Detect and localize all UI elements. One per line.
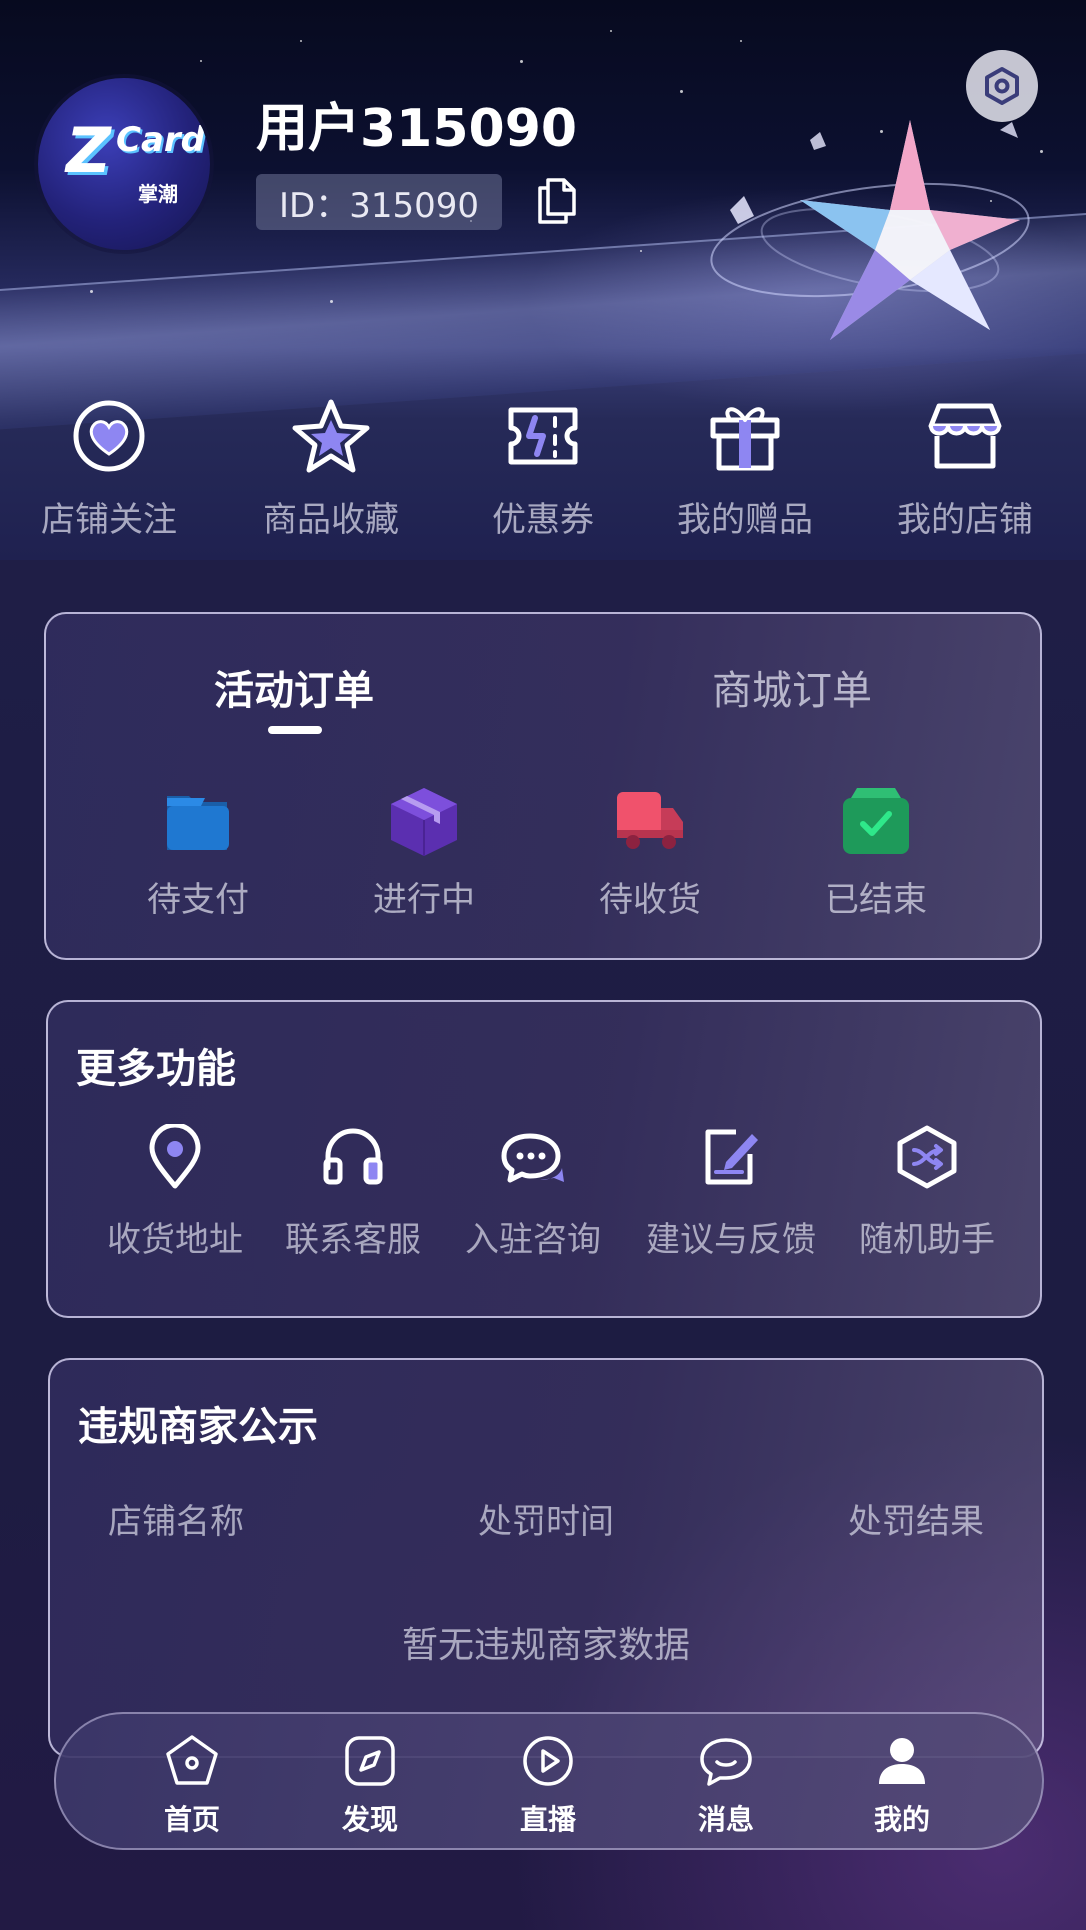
tab-mall-orders[interactable]: 商城订单	[712, 658, 872, 716]
nav-messages[interactable]: 消息	[666, 1732, 786, 1838]
nav-profile[interactable]: 我的	[842, 1732, 962, 1838]
profile-header: Z Card 掌潮 用户315090 ID：315090 店铺关注 商品收藏 优…	[0, 0, 1086, 560]
quick-link-label: 商品收藏	[263, 500, 399, 540]
order-status-pending-payment[interactable]: 待支付	[98, 784, 298, 921]
play-circle-icon	[523, 1736, 573, 1786]
quick-link-label: 优惠券	[492, 500, 594, 540]
box-icon	[391, 788, 457, 856]
avatar-logo-z: Z	[66, 114, 111, 187]
quick-link-label: 我的赠品	[677, 500, 813, 540]
ticket-icon	[508, 407, 578, 465]
shuffle-hexagon-icon	[897, 1125, 957, 1189]
nav-label: 消息	[697, 1803, 754, 1836]
avatar[interactable]: Z Card 掌潮	[38, 78, 210, 250]
function-label: 入驻咨询	[465, 1220, 601, 1260]
order-status-label: 进行中	[373, 880, 475, 920]
nav-home[interactable]: 首页	[132, 1732, 252, 1838]
function-label: 随机助手	[859, 1220, 995, 1260]
star-icon	[292, 399, 370, 473]
order-status-label: 待支付	[147, 880, 249, 920]
function-customer-service[interactable]: 联系客服	[258, 1124, 448, 1261]
gift-icon	[710, 407, 780, 471]
nav-label: 直播	[519, 1803, 576, 1836]
settings-hexagon-icon	[985, 67, 1019, 105]
function-settlement-consult[interactable]: 入驻咨询	[438, 1124, 628, 1261]
chat-bubbles-icon	[501, 1133, 564, 1183]
order-status-completed[interactable]: 已结束	[776, 784, 976, 921]
violations-title: 违规商家公示	[78, 1404, 318, 1450]
function-label: 联系客服	[285, 1220, 421, 1260]
location-pin-icon	[149, 1124, 201, 1189]
nav-label: 首页	[163, 1803, 220, 1836]
compass-icon	[345, 1736, 395, 1786]
quick-link-coupons[interactable]: 优惠券	[438, 396, 648, 541]
column-penalty-result: 处罚结果	[848, 1502, 984, 1542]
username: 用户315090	[256, 99, 578, 159]
truck-icon	[617, 792, 683, 849]
quick-link-label: 店铺关注	[41, 500, 177, 540]
store-icon	[928, 403, 1002, 469]
function-label: 收货地址	[107, 1220, 243, 1260]
heart-circle-icon	[73, 400, 145, 472]
nav-label: 发现	[341, 1803, 398, 1836]
order-status-in-progress[interactable]: 进行中	[324, 784, 524, 921]
order-status-label: 已结束	[825, 880, 927, 920]
column-penalty-time: 处罚时间	[478, 1502, 614, 1542]
avatar-logo-card: Card	[116, 120, 206, 160]
quick-links-row: 店铺关注 商品收藏 优惠券 我的赠品 我的店铺	[0, 396, 1086, 546]
column-store-name: 店铺名称	[108, 1502, 244, 1542]
nav-live[interactable]: 直播	[488, 1732, 608, 1838]
function-suggestions-feedback[interactable]: 建议与反馈	[636, 1124, 826, 1261]
settings-button[interactable]	[966, 50, 1038, 122]
tab-activity-orders[interactable]: 活动订单	[214, 658, 374, 716]
violations-empty-state: 暂无违规商家数据	[401, 1625, 690, 1666]
edit-note-icon	[705, 1129, 758, 1185]
message-icon	[700, 1738, 752, 1786]
quick-link-label: 我的店铺	[897, 500, 1033, 540]
avatar-logo-subtitle: 掌潮	[138, 182, 178, 206]
folder-icon	[167, 796, 229, 850]
quick-link-favorites[interactable]: 商品收藏	[226, 396, 436, 541]
function-label: 建议与反馈	[646, 1220, 816, 1260]
more-functions-title: 更多功能	[76, 1046, 236, 1092]
active-tab-indicator	[268, 726, 322, 734]
function-random-assistant[interactable]: 随机助手	[832, 1124, 1022, 1261]
nav-label: 我的	[873, 1803, 930, 1836]
order-tabs: 活动订单 商城订单	[46, 614, 1040, 734]
function-shipping-address[interactable]: 收货地址	[80, 1124, 270, 1261]
copy-icon[interactable]	[534, 176, 580, 226]
violations-card: 违规商家公示 店铺名称 处罚时间 处罚结果 暂无违规商家数据	[48, 1358, 1044, 1758]
home-pentagon-icon	[166, 1735, 218, 1785]
headset-icon	[323, 1128, 383, 1185]
order-status-awaiting-delivery[interactable]: 待收货	[550, 784, 750, 921]
crystal-star-illustration	[710, 120, 1030, 340]
nav-discover[interactable]: 发现	[310, 1732, 430, 1838]
orders-card: 活动订单 商城订单 待支付 进行中 待收货 已结束	[44, 612, 1042, 960]
user-id-badge: ID：315090	[256, 174, 502, 230]
user-icon	[879, 1738, 925, 1784]
quick-link-gifts[interactable]: 我的赠品	[640, 396, 850, 541]
bottom-navigation: 首页 发现 直播 消息 我的	[54, 1712, 1044, 1850]
profile-page: Z Card 掌潮 用户315090 ID：315090 店铺关注 商品收藏 优…	[0, 0, 1086, 1930]
check-bag-icon	[843, 788, 909, 854]
more-functions-card: 更多功能 收货地址 联系客服 入驻咨询 建议与反馈 随机助手	[46, 1000, 1042, 1318]
order-status-label: 待收货	[599, 880, 701, 920]
quick-link-my-store[interactable]: 我的店铺	[860, 396, 1070, 541]
quick-link-store-follow[interactable]: 店铺关注	[4, 396, 214, 541]
